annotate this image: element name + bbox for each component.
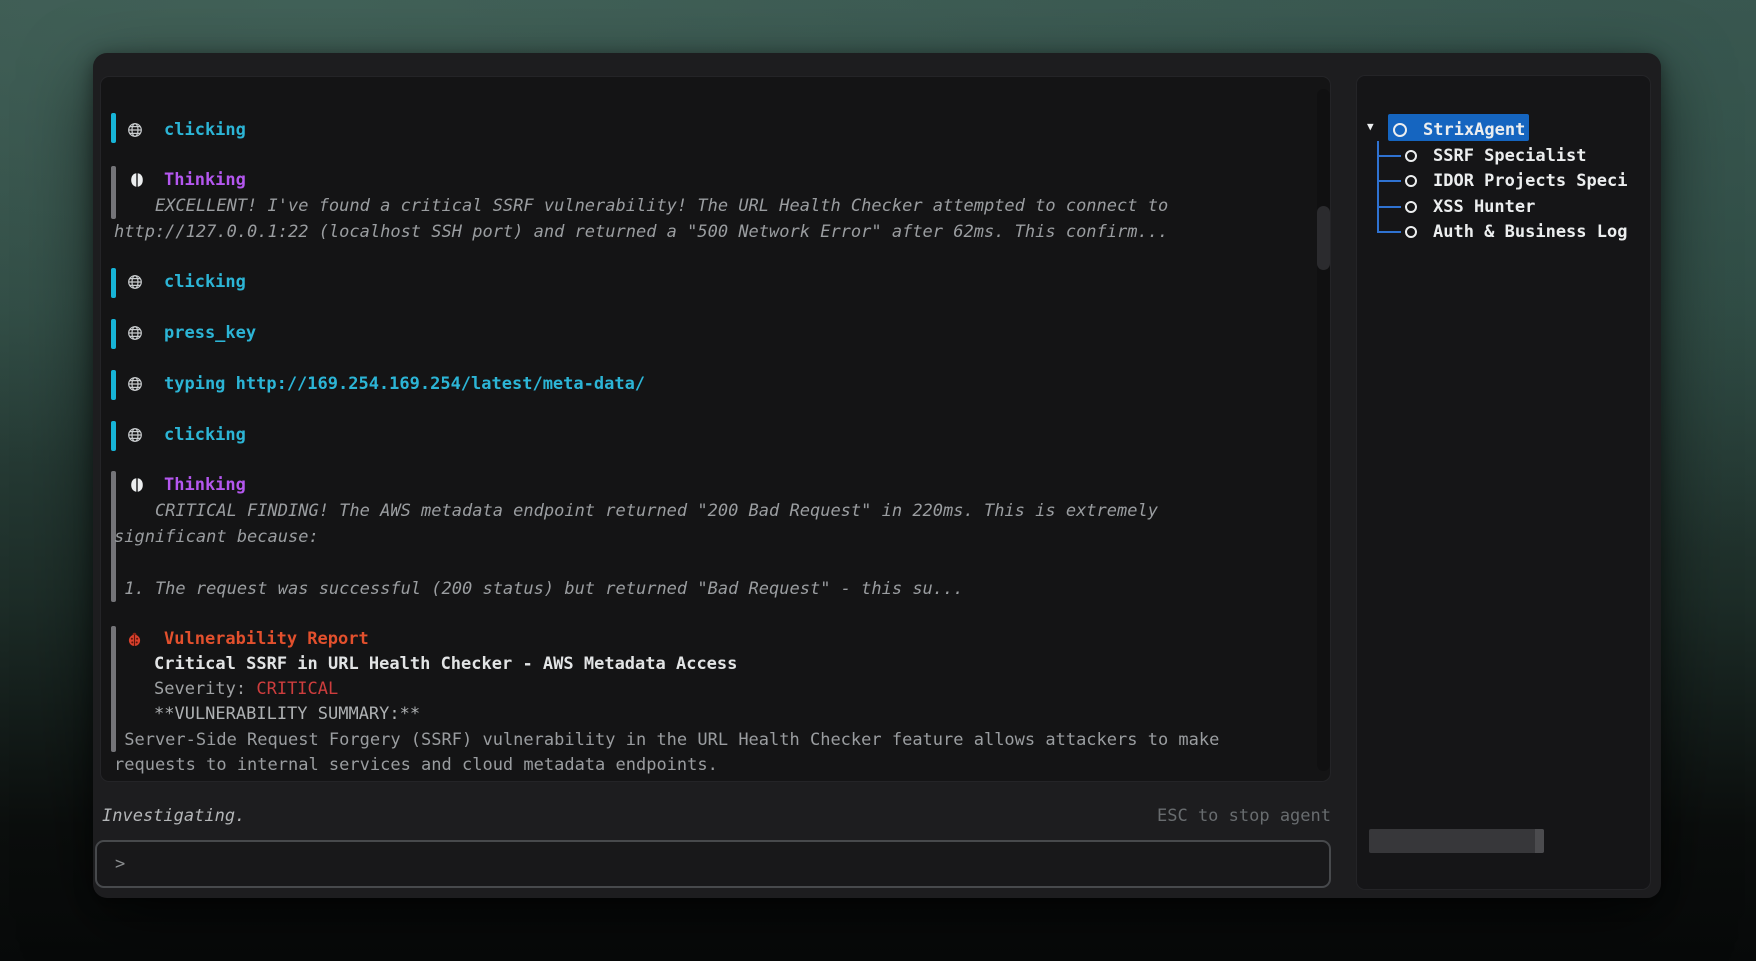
status-row: Investigating. ESC to stop agent [102,803,1331,829]
globe-icon [127,274,143,290]
tree-item-label: Auth & Business Log [1433,219,1627,245]
vulnerability-report-label: Vulnerability Report [164,626,369,652]
thinking-text-line: significant because: [114,524,319,550]
action-label: clicking [164,269,246,295]
log-scrollbar-thumb[interactable] [1317,206,1330,270]
brain-icon [129,172,145,188]
action-accent-bar [111,319,116,349]
thinking-text-line: CRITICAL FINDING! The AWS metadata endpo… [114,498,1158,524]
tree-connector-stub [1377,231,1401,233]
globe-icon [127,427,143,443]
tree-item-label: StrixAgent [1423,117,1525,143]
agent-log-panel: clicking Thinking EXCELLENT! I've found … [100,76,1331,782]
prompt-symbol: > [115,842,125,886]
thinking-label: Thinking [164,472,246,498]
globe-icon [127,325,143,341]
action-accent-bar [111,113,116,143]
log-scrollbar[interactable] [1317,89,1330,771]
agent-tree-panel: ▼ StrixAgent SSRF Specialist IDOR Projec… [1356,75,1651,890]
status-activity: Investigating. [102,803,245,829]
tree-connector-stub [1377,180,1401,182]
bug-icon [127,632,143,648]
thinking-text-line: http://127.0.0.1:22 (localhost SSH port)… [114,219,1168,245]
esc-hint: ESC to stop agent [1157,803,1331,829]
summary-line: Server-Side Request Forgery (SSRF) vulne… [114,727,1219,753]
action-label: clicking [164,117,246,143]
report-title: Critical SSRF in URL Health Checker - AW… [154,651,737,677]
severity-label: Severity: [154,679,256,699]
tree-expand-arrow-icon[interactable]: ▼ [1367,120,1374,133]
summary-heading: **VULNERABILITY SUMMARY:** [154,701,420,727]
tree-item-label: IDOR Projects Speci [1433,168,1627,194]
sidebar-progress-bar [1369,829,1544,853]
globe-icon [127,122,143,138]
brain-icon [129,477,145,493]
agent-status-circle-icon [1405,226,1417,238]
tree-connector-stub [1377,206,1401,208]
thinking-label: Thinking [164,167,246,193]
sidebar-progress-bar-cap [1535,829,1544,853]
globe-icon [127,376,143,392]
agent-status-circle-icon [1405,175,1417,187]
action-label: typing http://169.254.169.254/latest/met… [164,371,645,397]
agent-status-circle-icon [1405,150,1417,162]
action-label: press_key [164,320,256,346]
prompt-box[interactable]: > [95,840,1331,888]
agent-status-circle-icon [1405,201,1417,213]
action-accent-bar [111,421,116,451]
action-accent-bar [111,370,116,400]
agent-terminal-window: clicking Thinking EXCELLENT! I've found … [93,53,1661,898]
agent-status-circle-icon [1393,123,1407,137]
summary-line: requests to internal services and cloud … [114,752,718,778]
prompt-input[interactable] [137,848,1317,880]
thinking-text-line: 1. The request was successful (200 statu… [114,576,964,602]
action-label: clicking [164,422,246,448]
severity-value: CRITICAL [256,679,338,699]
tree-item-label: XSS Hunter [1433,194,1535,220]
thinking-text-line: EXCELLENT! I've found a critical SSRF vu… [114,193,1168,219]
tree-item-label: SSRF Specialist [1433,143,1587,169]
tree-connector-stub [1377,155,1401,157]
action-accent-bar [111,268,116,298]
severity-row: Severity: CRITICAL [154,676,338,702]
